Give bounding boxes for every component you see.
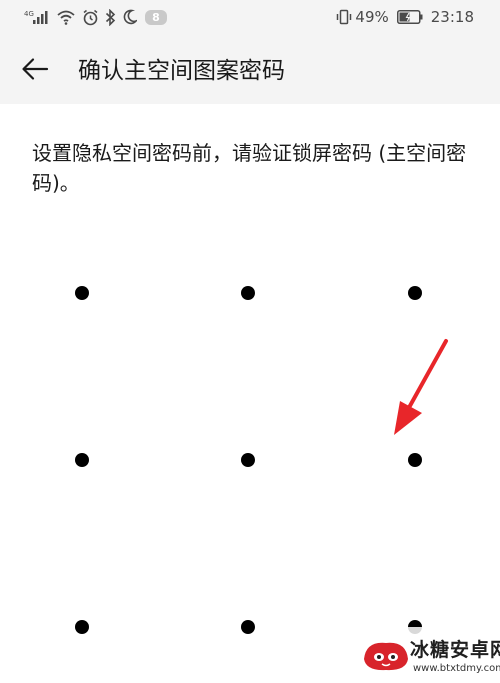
instruction-text: 设置隐私空间密码前，请验证锁屏密码 (主空间密码)。 <box>32 141 467 195</box>
annotation-arrow-icon <box>394 339 448 435</box>
clock: 23:18 <box>430 8 474 26</box>
pattern-dot-7[interactable] <box>75 620 89 634</box>
pattern-dot-6[interactable] <box>408 453 422 467</box>
back-button[interactable] <box>18 54 52 88</box>
vibrate-icon <box>336 9 352 25</box>
watermark-url: www.btxtdmy.com <box>413 663 500 674</box>
wifi-icon <box>56 9 76 25</box>
pattern-dot-5[interactable] <box>241 453 255 467</box>
signal-icon: 4G <box>24 9 50 25</box>
pattern-dot-2[interactable] <box>241 286 255 300</box>
bluetooth-icon <box>105 8 116 26</box>
notification-count-badge: 8 <box>145 9 167 25</box>
battery-percent: 49% <box>355 8 389 26</box>
watermark-title: 冰糖安卓网 <box>410 639 500 661</box>
battery-icon <box>396 10 423 24</box>
alarm-icon <box>82 9 99 26</box>
watermark-logo-icon <box>364 642 408 671</box>
pattern-dot-1[interactable] <box>75 286 89 300</box>
network-type-label: 4G <box>24 10 34 18</box>
page-title: 确认主空间图案密码 <box>78 58 285 84</box>
back-arrow-icon <box>21 57 49 85</box>
status-left: 4G 8 <box>24 6 173 28</box>
status-right: 49% 23:18 <box>336 6 474 28</box>
moon-icon <box>122 9 137 25</box>
pattern-dot-8[interactable] <box>241 620 255 634</box>
watermark: 冰糖安卓网 www.btxtdmy.com <box>350 627 500 683</box>
screen: 4G 8 49% 23:18 确认主空间图案密码 设置隐私空间密码前，请验证锁屏… <box>0 0 500 683</box>
pattern-dot-3[interactable] <box>408 286 422 300</box>
status-bar: 4G 8 49% 23:18 <box>0 0 500 34</box>
pattern-dot-4[interactable] <box>75 453 89 467</box>
header-bar: 确认主空间图案密码 <box>0 34 500 104</box>
